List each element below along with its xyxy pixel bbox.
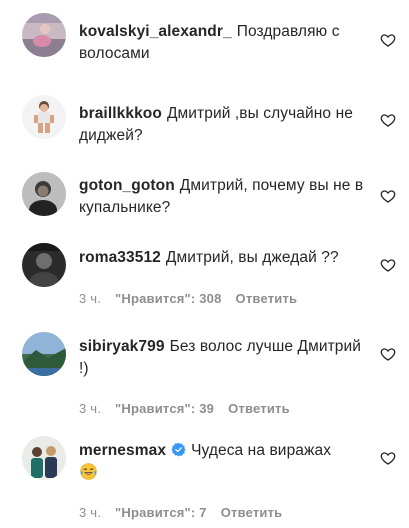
comment-meta: 3 ч. "Нравится": 308 Ответить	[79, 291, 311, 306]
heart-outline-icon[interactable]	[380, 112, 396, 128]
comment-username[interactable]: goton_goton	[79, 177, 175, 194]
comment-time[interactable]: 3 ч.	[79, 401, 101, 416]
comment-time[interactable]: 3 ч.	[79, 291, 101, 306]
comment-text-block: mernesmax Чудеса на виражах	[79, 440, 373, 484]
comment-item: sibiryak799 Без волос лучше Дмитрий !) 3 …	[0, 320, 409, 420]
avatar[interactable]	[22, 436, 66, 480]
comment-username[interactable]: sibiryak799	[79, 338, 165, 355]
comment-item: goton_goton Дмитрий, почему вы не в купал…	[0, 160, 409, 235]
heart-outline-icon[interactable]	[380, 450, 396, 466]
comment-likes[interactable]: "Нравится": 39	[115, 401, 214, 416]
comment-text-block: kovalskyi_alexandr_ Поздравляю с волосами	[79, 21, 373, 65]
avatar[interactable]	[22, 332, 66, 376]
comment-item: mernesmax Чудеса на виражах 3 ч. "Нравитс…	[0, 420, 409, 528]
avatar[interactable]	[22, 243, 66, 287]
reply-button[interactable]: Ответить	[236, 291, 298, 306]
comment-meta: 3 ч. "Нравится": 39 Ответить	[79, 401, 304, 416]
comment-username[interactable]: kovalskyi_alexandr_	[79, 23, 232, 40]
face-with-tears-of-joy-icon	[80, 463, 97, 480]
comment-text-block: roma33512 Дмитрий, вы джедай ??	[79, 247, 373, 269]
comment-text-block: sibiryak799 Без волос лучше Дмитрий !)	[79, 336, 373, 380]
comment-body: Чудеса на виражах	[191, 442, 332, 459]
comment-likes[interactable]: "Нравится": 7	[115, 505, 207, 520]
comment-username[interactable]: mernesmax	[79, 442, 166, 459]
comment-text-block: goton_goton Дмитрий, почему вы не в купал…	[79, 175, 373, 219]
comment-username[interactable]: braillkkkoo	[79, 105, 162, 122]
comment-likes[interactable]: "Нравится": 308	[115, 291, 222, 306]
comment-username[interactable]: roma33512	[79, 249, 161, 266]
comment-body: Дмитрий, вы джедай ??	[165, 249, 339, 266]
heart-outline-icon[interactable]	[380, 257, 396, 273]
comment-item: braillkkkoo Дмитрий ,вы случайно не дидже…	[0, 80, 409, 160]
heart-outline-icon[interactable]	[380, 188, 396, 204]
verified-badge-icon	[171, 442, 186, 457]
comment-item: roma33512 Дмитрий, вы джедай ?? 3 ч. "Нрав…	[0, 235, 409, 320]
comment-meta: 3 ч. "Нравится": 7 Ответить	[79, 505, 296, 520]
heart-outline-icon[interactable]	[380, 32, 396, 48]
reply-button[interactable]: Ответить	[221, 505, 283, 520]
comment-text-block: braillkkkoo Дмитрий ,вы случайно не дидже…	[79, 103, 373, 147]
avatar[interactable]	[22, 95, 66, 139]
reply-button[interactable]: Ответить	[228, 401, 290, 416]
comment-item: kovalskyi_alexandr_ Поздравляю с волосами	[0, 0, 409, 80]
avatar[interactable]	[22, 172, 66, 216]
comment-time[interactable]: 3 ч.	[79, 505, 101, 520]
avatar[interactable]	[22, 13, 66, 57]
heart-outline-icon[interactable]	[380, 346, 396, 362]
